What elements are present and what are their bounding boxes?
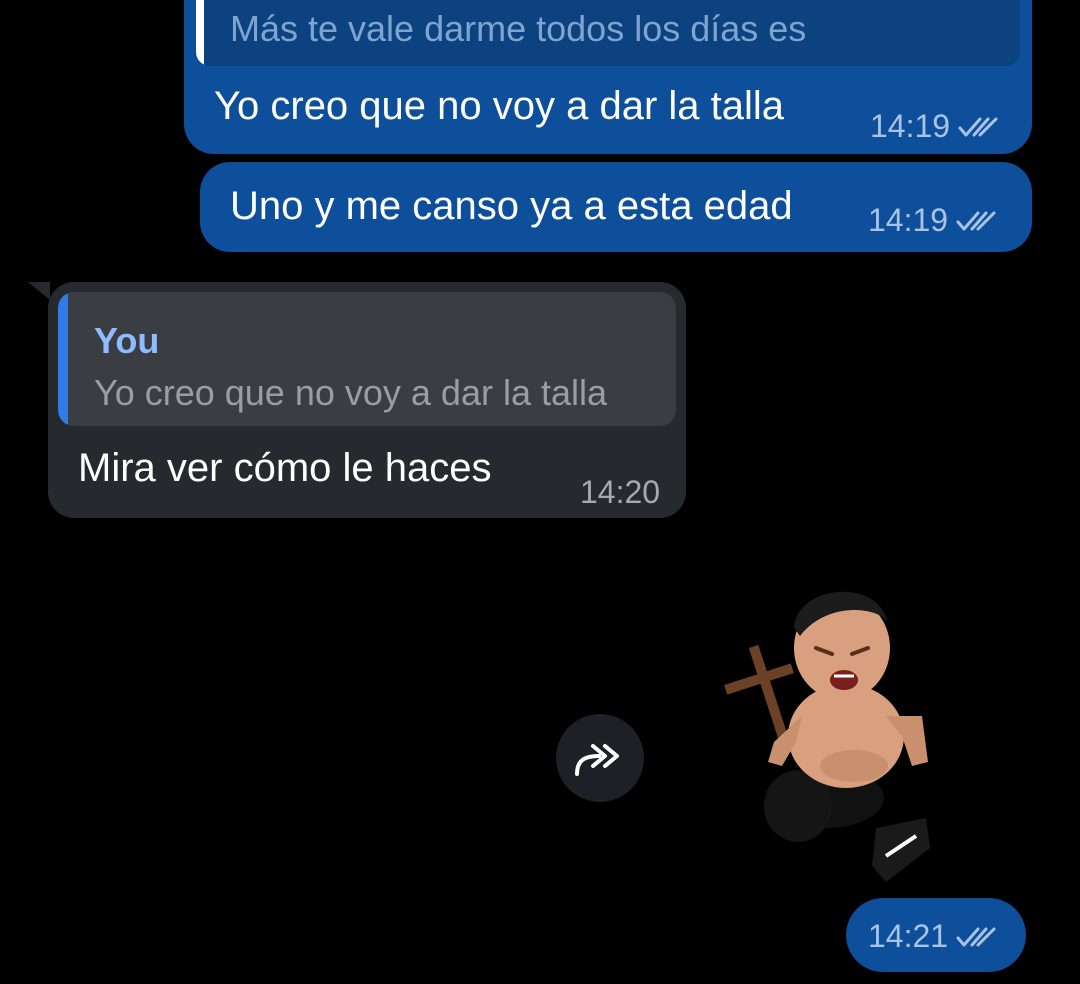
double-check-icon [956, 211, 996, 230]
message-meta: 14:19 [868, 202, 1002, 239]
forward-button[interactable] [556, 714, 644, 802]
message-time: 14:21 [868, 918, 949, 954]
message-meta: 14:20 [580, 474, 660, 511]
message-text: Yo creo que no voy a dar la talla [214, 84, 785, 128]
message-text: Mira ver cómo le haces [78, 446, 492, 490]
quote-text: Yo creo que no voy a dar la talla [94, 372, 608, 413]
forward-arrows-icon [575, 744, 619, 776]
double-check-icon [958, 117, 998, 136]
quote-text: Más te vale darme todos los días es [230, 8, 807, 49]
message-text: Uno y me canso ya a esta edad [230, 184, 793, 228]
cross-vertical [748, 644, 790, 744]
double-check-icon [956, 927, 996, 946]
quote-accent-bar [196, 0, 204, 66]
message-meta: 14:21 [868, 918, 1002, 955]
bubble-tail [28, 282, 50, 300]
message-time: 14:20 [580, 474, 661, 510]
reply-quote[interactable]: Más te vale darme todos los días es [196, 0, 1020, 66]
message-bubble-outgoing[interactable]: Uno y me canso ya a esta edad 14:19 [200, 162, 1032, 252]
quote-sender: You [94, 320, 160, 361]
message-bubble-incoming[interactable]: You Yo creo que no voy a dar la talla Mi… [28, 282, 686, 518]
message-bubble-outgoing[interactable]: Más te vale darme todos los días es Yo c… [184, 0, 1032, 154]
reply-quote[interactable]: You Yo creo que no voy a dar la talla [58, 292, 676, 426]
message-time: 14:19 [868, 202, 949, 238]
quote-accent-bar [58, 292, 68, 426]
sticker-shoe [872, 818, 930, 882]
sticker-time-badge: 14:21 [846, 898, 1026, 972]
message-time: 14:19 [870, 108, 951, 144]
crying-boy-with-cross-sticker[interactable] [716, 566, 956, 896]
message-meta: 14:19 [870, 108, 1004, 145]
